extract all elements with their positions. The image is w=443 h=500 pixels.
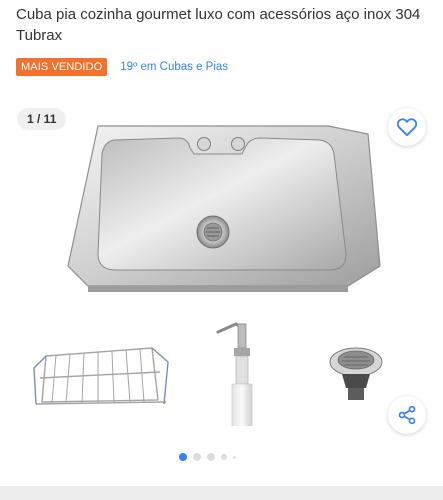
pagination-dot[interactable]: [207, 453, 215, 461]
favorite-button[interactable]: [388, 108, 426, 146]
pagination-dot[interactable]: [221, 454, 227, 460]
product-title: Cuba pia cozinha gourmet luxo com acessó…: [16, 6, 421, 44]
badge-row: MAIS VENDIDO 19º em Cubas e Pias: [16, 57, 228, 76]
heart-outline-icon: [396, 118, 418, 137]
pagination-dot-active[interactable]: [179, 453, 187, 461]
pagination-dot[interactable]: [233, 455, 236, 459]
pagination-dot[interactable]: [193, 453, 201, 461]
carousel-pagination: [0, 451, 443, 463]
image-counter: 1 / 11: [17, 108, 67, 130]
category-ranking-link[interactable]: 19º em Cubas e Pias: [120, 58, 228, 76]
product-image: [33, 125, 383, 426]
share-button[interactable]: [388, 396, 426, 434]
product-gallery[interactable]: 1 / 11: [0, 96, 443, 441]
share-icon: [398, 405, 416, 425]
section-divider: [0, 486, 443, 500]
best-seller-badge: MAIS VENDIDO: [16, 57, 108, 76]
